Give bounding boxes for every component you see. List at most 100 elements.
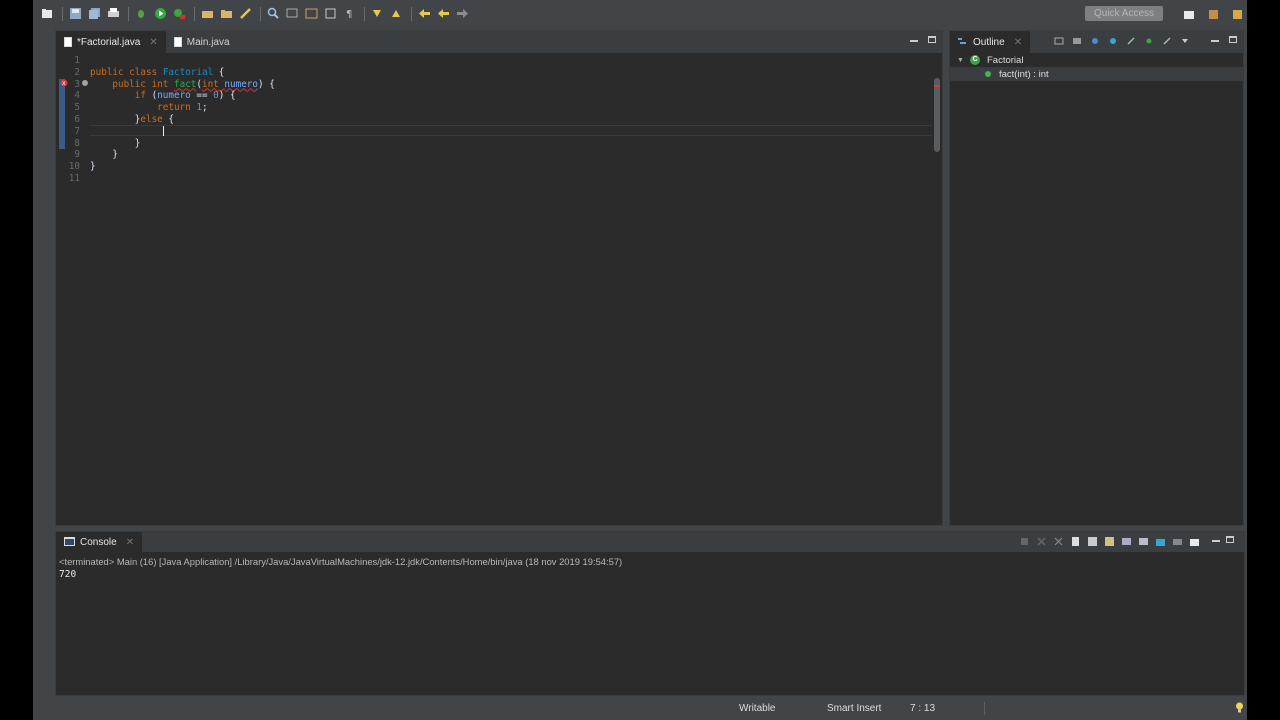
- brush-icon[interactable]: [237, 5, 254, 22]
- sort-icon[interactable]: [1072, 36, 1082, 46]
- new-icon[interactable]: [39, 5, 56, 22]
- console-process-status: <terminated> Main (16) [Java Application…: [59, 556, 623, 567]
- tree-icon[interactable]: [284, 5, 301, 22]
- run-config-icon[interactable]: [171, 5, 188, 22]
- outline-method-label: fact(int) : int: [999, 68, 1049, 80]
- expand-icon[interactable]: ▼: [957, 57, 965, 64]
- code-line[interactable]: if (numero == 0) {: [90, 90, 275, 102]
- forward-icon[interactable]: [454, 5, 471, 22]
- tab-console[interactable]: Console ✕: [56, 532, 143, 552]
- java-perspective-icon[interactable]: [1205, 6, 1222, 23]
- text-caret: [163, 126, 164, 136]
- open-folder-icon[interactable]: [218, 5, 235, 22]
- hide-fields-icon[interactable]: [1090, 36, 1100, 46]
- code-line[interactable]: }else {: [90, 114, 275, 126]
- maximize-icon[interactable]: [928, 36, 936, 43]
- editor-gutter: x 1 2 3 4 5 6 7 8 9 10 11: [56, 53, 88, 525]
- java-file-icon: [64, 37, 72, 47]
- link-icon[interactable]: [1162, 36, 1172, 46]
- quick-access-input[interactable]: Quick Access: [1085, 6, 1163, 21]
- code-line[interactable]: }: [90, 149, 275, 161]
- block-select-icon[interactable]: [322, 5, 339, 22]
- toolbar-separator: [364, 6, 365, 21]
- code-line[interactable]: public class Factorial {: [90, 67, 275, 79]
- outline-method-node[interactable]: fact(int) : int: [950, 67, 1243, 81]
- pilcrow-icon[interactable]: ¶: [341, 5, 358, 22]
- collapse-all-icon[interactable]: [1054, 36, 1064, 46]
- outline-view: Outline ✕ ▼ C Factorial fact(int): int: [949, 30, 1244, 526]
- print-icon[interactable]: [105, 5, 122, 22]
- line-number: 8: [74, 137, 80, 149]
- code-line[interactable]: [90, 55, 275, 67]
- show-stdout-icon[interactable]: [1121, 536, 1132, 547]
- save-all-icon[interactable]: [86, 5, 103, 22]
- source-code[interactable]: public class Factorial { public int fact…: [90, 55, 275, 185]
- code-line[interactable]: [90, 126, 275, 138]
- code-line[interactable]: public int fact(int numero) {: [90, 79, 274, 91]
- insert-mode-status[interactable]: Smart Insert: [827, 703, 881, 714]
- outline-view-controls: [1211, 36, 1237, 43]
- line-number: 5: [74, 102, 80, 114]
- clear-console-icon[interactable]: [1070, 536, 1081, 547]
- code-line[interactable]: [90, 173, 275, 185]
- open-perspective-icon[interactable]: [1181, 6, 1198, 23]
- display-console-icon[interactable]: [1172, 536, 1183, 547]
- outline-class-node[interactable]: ▼ C Factorial: [950, 53, 1243, 67]
- public-method-icon: [985, 71, 991, 77]
- annotation-next-icon[interactable]: [369, 5, 386, 22]
- tip-lightbulb-icon[interactable]: [1235, 702, 1244, 713]
- show-stderr-icon[interactable]: [1138, 536, 1149, 547]
- minimize-icon[interactable]: [910, 40, 918, 42]
- line-number: 3: [74, 78, 80, 90]
- open-console-icon[interactable]: [1189, 536, 1200, 547]
- code-editor[interactable]: x 1 2 3 4 5 6 7 8 9 10 11 public class F…: [56, 53, 942, 525]
- hide-local-types-icon[interactable]: [1144, 36, 1154, 46]
- cursor-position-status[interactable]: 7 : 13: [910, 703, 935, 714]
- line-number: 9: [74, 149, 80, 161]
- last-edit-icon[interactable]: [416, 5, 433, 22]
- minimize-icon[interactable]: [1211, 40, 1219, 42]
- tab-outline[interactable]: Outline ✕: [950, 31, 1031, 53]
- minimize-icon[interactable]: [1212, 540, 1220, 542]
- statusbar-separator: [984, 702, 985, 715]
- console-output[interactable]: 720: [59, 569, 76, 580]
- code-line[interactable]: return 1;: [90, 102, 275, 114]
- close-icon[interactable]: ✕: [1014, 37, 1022, 48]
- tab-main-java[interactable]: Main.java: [166, 31, 238, 53]
- debug-icon[interactable]: [133, 5, 150, 22]
- java-file-icon: [173, 37, 182, 47]
- close-icon[interactable]: ✕: [149, 37, 157, 48]
- scroll-lock-icon[interactable]: [1087, 536, 1098, 547]
- close-icon[interactable]: ✕: [126, 537, 134, 548]
- maximize-icon[interactable]: [1226, 536, 1234, 543]
- hide-static-icon[interactable]: [1108, 36, 1118, 46]
- open-type-icon[interactable]: [199, 5, 216, 22]
- remove-launch-icon[interactable]: [1036, 536, 1047, 547]
- left-trim-bar: [33, 27, 54, 527]
- line-number: 7: [74, 125, 80, 137]
- toolbar-separator: [411, 6, 412, 21]
- view-menu-icon[interactable]: [1180, 36, 1190, 46]
- status-bar: Writable Smart Insert 7 : 13: [33, 698, 1247, 720]
- back-icon[interactable]: [435, 5, 452, 22]
- outline-icon: [958, 38, 966, 44]
- code-line[interactable]: }: [90, 138, 275, 150]
- annotation-prev-icon[interactable]: [388, 5, 405, 22]
- overview-error-mark[interactable]: [934, 85, 940, 87]
- debug-perspective-icon[interactable]: [1229, 6, 1246, 23]
- toolbar-separator: [62, 6, 63, 21]
- remove-all-icon[interactable]: [1053, 536, 1064, 547]
- toggle-mark-icon[interactable]: [303, 5, 320, 22]
- maximize-icon[interactable]: [1229, 36, 1237, 43]
- editor-scrollbar[interactable]: [934, 78, 940, 152]
- pin-console-icon[interactable]: [1155, 536, 1166, 547]
- terminate-icon[interactable]: [1019, 536, 1030, 547]
- search-icon[interactable]: [265, 5, 282, 22]
- run-icon[interactable]: [152, 5, 169, 22]
- hide-nonpublic-icon[interactable]: [1126, 36, 1136, 46]
- word-wrap-icon[interactable]: [1104, 536, 1115, 547]
- line-number: 6: [74, 113, 80, 125]
- code-line[interactable]: }: [90, 161, 275, 173]
- tab-factorial-java[interactable]: *Factorial.java ✕: [56, 31, 166, 53]
- save-icon[interactable]: [67, 5, 84, 22]
